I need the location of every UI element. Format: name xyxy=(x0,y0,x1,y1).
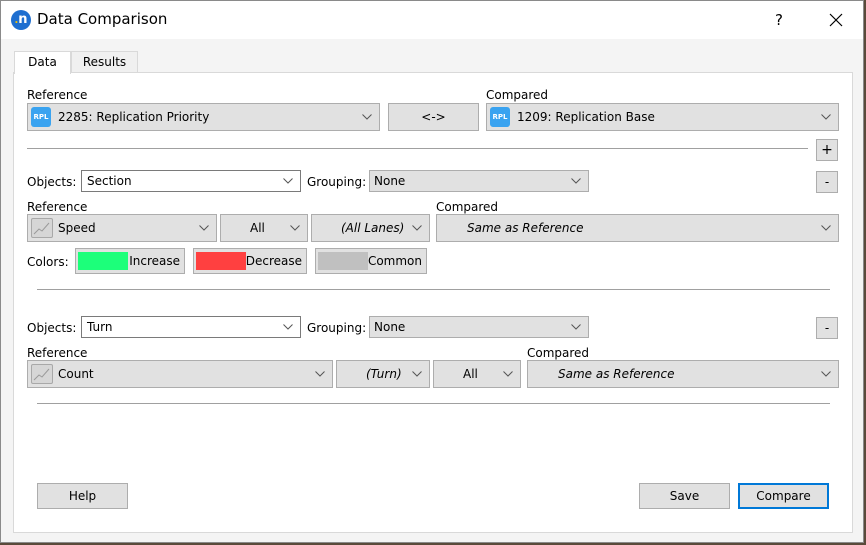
filter-select-1[interactable]: All xyxy=(220,214,308,242)
chevron-down-icon xyxy=(283,324,293,330)
chevron-down-icon xyxy=(412,225,422,231)
title-bar: .n Data Comparison ? xyxy=(1,1,863,39)
attribute-select[interactable]: Count xyxy=(27,360,333,388)
compared-label: Compared xyxy=(527,346,590,360)
filter-value-1: All xyxy=(250,221,265,235)
tab-data[interactable]: Data xyxy=(14,51,71,74)
compared-dataset-select[interactable]: RPL 1209: Replication Base xyxy=(486,103,839,131)
data-tab-panel: Reference RPL 2285: Replication Priority… xyxy=(13,72,853,533)
compared-dataset-label: Compared xyxy=(486,88,549,102)
grouping-select[interactable]: None xyxy=(369,316,589,338)
objects-label: Objects: xyxy=(27,175,77,189)
data-comparison-dialog: .n Data Comparison ? Data Results Refere… xyxy=(0,0,864,543)
chevron-down-icon xyxy=(362,114,372,120)
turn-filter-value: (Turn) xyxy=(366,367,402,381)
chevron-down-icon xyxy=(199,225,209,231)
objects-value: Turn xyxy=(87,320,113,334)
compared-attribute-select[interactable]: Same as Reference xyxy=(436,214,839,242)
objects-select[interactable]: Section xyxy=(81,170,301,192)
remove-group-button[interactable]: - xyxy=(816,171,838,193)
chevron-down-icon xyxy=(283,178,293,184)
chevron-down-icon xyxy=(821,225,831,231)
filter-value-2: All xyxy=(463,367,478,381)
objects-select[interactable]: Turn xyxy=(81,316,301,338)
help-title-button[interactable]: ? xyxy=(767,9,791,31)
grouping-select[interactable]: None xyxy=(369,170,589,192)
separator xyxy=(37,403,830,404)
save-button[interactable]: Save xyxy=(639,483,730,509)
increase-color-button[interactable]: Increase xyxy=(75,248,185,274)
reference-label: Reference xyxy=(27,200,88,214)
attribute-value: Speed xyxy=(58,221,96,235)
decrease-color-label: Decrease xyxy=(245,254,302,268)
colors-label: Colors: xyxy=(27,255,69,269)
increase-color-label: Increase xyxy=(129,254,180,268)
help-button[interactable]: Help xyxy=(37,483,128,509)
compared-dataset-value: 1209: Replication Base xyxy=(517,110,655,124)
grouping-label: Grouping: xyxy=(307,175,367,189)
filter-select-2[interactable]: All xyxy=(433,360,521,388)
chevron-down-icon xyxy=(290,225,300,231)
turn-filter-select[interactable]: (Turn) xyxy=(336,360,430,388)
reference-dataset-value: 2285: Replication Priority xyxy=(58,110,210,124)
reference-label: Reference xyxy=(27,346,88,360)
close-button[interactable] xyxy=(823,9,849,31)
attribute-value: Count xyxy=(58,367,94,381)
compare-button[interactable]: Compare xyxy=(738,483,829,509)
chevron-down-icon xyxy=(821,114,831,120)
rpl-badge-icon: RPL xyxy=(31,107,51,127)
close-icon xyxy=(829,13,843,27)
chevron-down-icon xyxy=(571,178,581,184)
line-chart-icon xyxy=(31,218,53,238)
common-color-button[interactable]: Common xyxy=(315,248,427,274)
reference-dataset-select[interactable]: RPL 2285: Replication Priority xyxy=(27,103,380,131)
lanes-select[interactable]: (All Lanes) xyxy=(311,214,430,242)
objects-value: Section xyxy=(87,174,132,188)
remove-group-button[interactable]: - xyxy=(816,317,838,339)
common-color-label: Common xyxy=(367,254,422,268)
decrease-color-button[interactable]: Decrease xyxy=(193,248,307,274)
rpl-badge-icon: RPL xyxy=(490,107,510,127)
window-title: Data Comparison xyxy=(37,10,168,28)
compared-attribute-select[interactable]: Same as Reference xyxy=(527,360,839,388)
compared-attribute-value: Same as Reference xyxy=(467,221,584,235)
compared-attribute-value: Same as Reference xyxy=(558,367,675,381)
common-color-swatch xyxy=(318,252,368,270)
lanes-value: (All Lanes) xyxy=(341,221,405,235)
chevron-down-icon xyxy=(412,371,422,377)
chevron-down-icon xyxy=(571,324,581,330)
line-chart-icon xyxy=(31,364,53,384)
separator xyxy=(27,148,808,149)
separator xyxy=(37,289,830,290)
add-group-button[interactable]: + xyxy=(816,139,838,161)
chevron-down-icon xyxy=(821,371,831,377)
grouping-value: None xyxy=(374,174,406,188)
reference-dataset-label: Reference xyxy=(27,88,88,102)
app-n-icon: .n xyxy=(11,10,31,30)
attribute-select[interactable]: Speed xyxy=(27,214,217,242)
compared-label: Compared xyxy=(436,200,499,214)
swap-datasets-button[interactable]: <-> xyxy=(388,103,479,131)
decrease-color-swatch xyxy=(196,252,246,270)
objects-label: Objects: xyxy=(27,321,77,335)
increase-color-swatch xyxy=(78,252,128,270)
grouping-label: Grouping: xyxy=(307,321,367,335)
tab-results[interactable]: Results xyxy=(71,51,138,73)
chevron-down-icon xyxy=(503,371,513,377)
chevron-down-icon xyxy=(315,371,325,377)
grouping-value: None xyxy=(374,320,406,334)
